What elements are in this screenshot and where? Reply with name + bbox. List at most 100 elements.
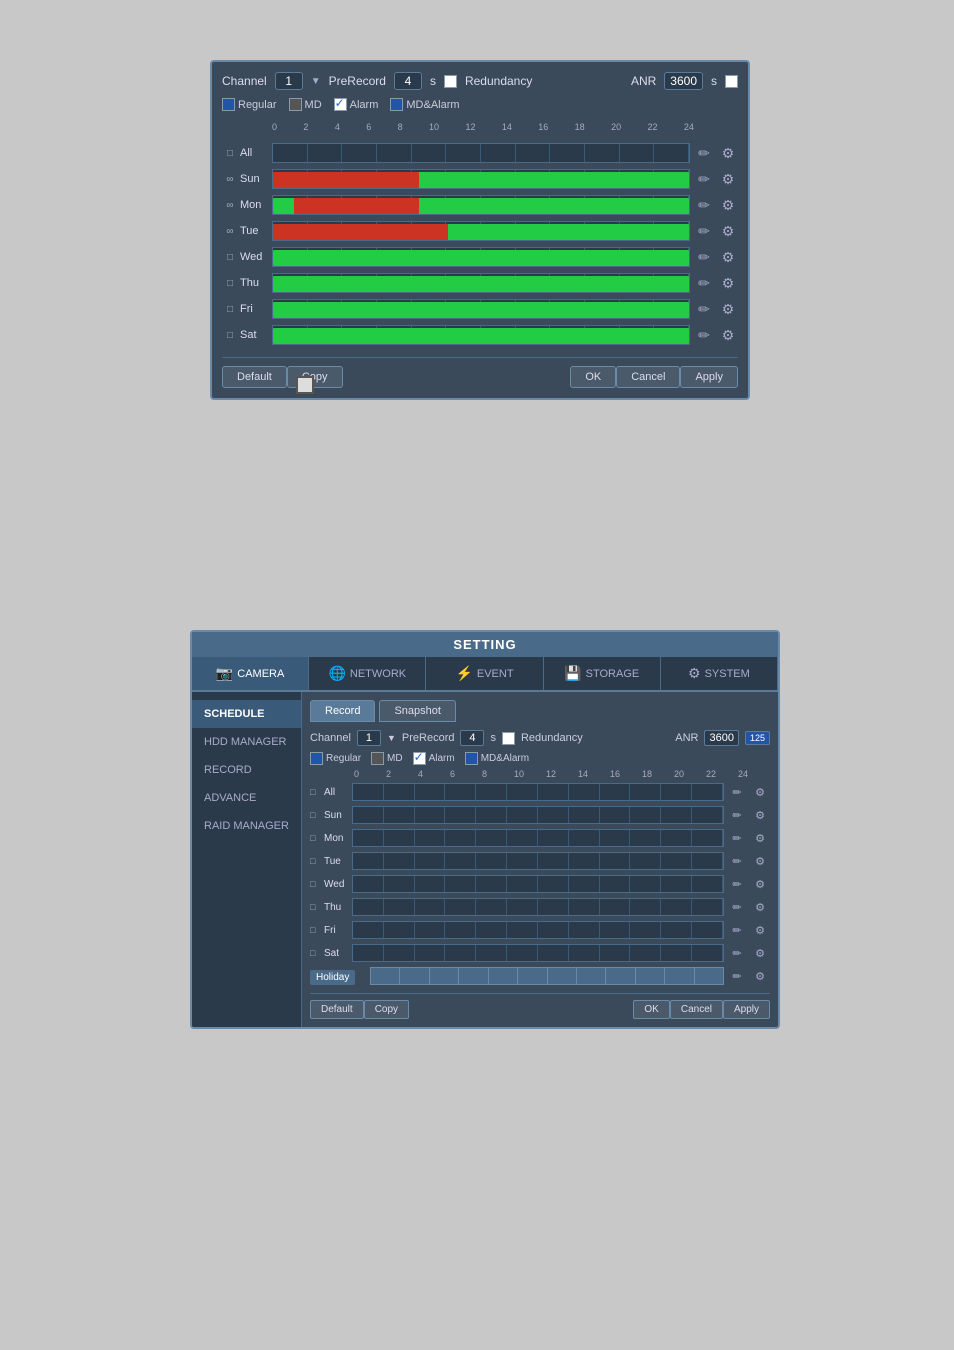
bar-container-sat[interactable] <box>272 325 690 345</box>
sp-prerecord-value[interactable]: 4 <box>460 730 484 746</box>
edit-btn-wed[interactable]: ✏ <box>694 247 714 267</box>
sp-edit-mon[interactable]: ✏ <box>727 828 747 848</box>
sp-icon-sun[interactable]: □ <box>310 810 324 820</box>
sp-edit-sat[interactable]: ✏ <box>727 943 747 963</box>
sp-edit-all[interactable]: ✏ <box>727 782 747 802</box>
sp-edit-fri[interactable]: ✏ <box>727 920 747 940</box>
day-icon-all[interactable]: □ <box>222 148 238 159</box>
sp-bar-sun[interactable] <box>352 806 724 824</box>
sp-icon-mon[interactable]: □ <box>310 833 324 843</box>
gear-btn-sun[interactable]: ⚙ <box>718 169 738 189</box>
nav-tab-system[interactable]: ⚙ SYSTEM <box>661 657 778 690</box>
channel-value[interactable]: 1 <box>275 72 303 90</box>
edit-btn-sun[interactable]: ✏ <box>694 169 714 189</box>
sp-edit-thu[interactable]: ✏ <box>727 897 747 917</box>
edit-btn-thu[interactable]: ✏ <box>694 273 714 293</box>
sub-tab-record[interactable]: Record <box>310 700 375 722</box>
sp-icon-tue[interactable]: □ <box>310 856 324 866</box>
sidebar-item-advance[interactable]: ADVANCE <box>192 784 301 812</box>
day-icon-sat[interactable]: □ <box>222 330 238 341</box>
sp-icon-fri[interactable]: □ <box>310 925 324 935</box>
day-icon-fri[interactable]: □ <box>222 304 238 315</box>
sp-bar-fri[interactable] <box>352 921 724 939</box>
prerecord-value[interactable]: 4 <box>394 72 422 90</box>
edit-btn-fri[interactable]: ✏ <box>694 299 714 319</box>
bar-container-fri[interactable] <box>272 299 690 319</box>
sp-gear-thu[interactable]: ⚙ <box>750 897 770 917</box>
sp-cancel-btn[interactable]: Cancel <box>670 1000 723 1019</box>
sp-gear-wed[interactable]: ⚙ <box>750 874 770 894</box>
sp-bar-wed[interactable] <box>352 875 724 893</box>
edit-btn-all[interactable]: ✏ <box>694 143 714 163</box>
bar-container-wed[interactable] <box>272 247 690 267</box>
sp-gear-all[interactable]: ⚙ <box>750 782 770 802</box>
bar-container-thu[interactable] <box>272 273 690 293</box>
sp-edit-holiday[interactable]: ✏ <box>727 966 747 986</box>
sp-gear-tue[interactable]: ⚙ <box>750 851 770 871</box>
sp-apply-btn[interactable]: Apply <box>723 1000 770 1019</box>
sp-anr-value[interactable]: 3600 <box>704 730 738 746</box>
sp-gear-sat[interactable]: ⚙ <box>750 943 770 963</box>
sp-bar-mon[interactable] <box>352 829 724 847</box>
sp-icon-all[interactable]: □ <box>310 787 324 797</box>
sp-ok-btn[interactable]: OK <box>633 1000 669 1019</box>
cancel-button[interactable]: Cancel <box>616 366 680 388</box>
sp-redundancy-cb[interactable] <box>502 732 515 745</box>
sidebar-item-raid[interactable]: RAID MANAGER <box>192 812 301 840</box>
edit-btn-tue[interactable]: ✏ <box>694 221 714 241</box>
day-icon-sun[interactable]: ∞ <box>222 174 238 185</box>
bar-container-tue[interactable] <box>272 221 690 241</box>
edit-btn-sat[interactable]: ✏ <box>694 325 714 345</box>
sp-edit-wed[interactable]: ✏ <box>727 874 747 894</box>
sp-icon-thu[interactable]: □ <box>310 902 324 912</box>
sp-gear-mon[interactable]: ⚙ <box>750 828 770 848</box>
sp-copy-btn[interactable]: Copy <box>364 1000 409 1019</box>
sp-bar-tue[interactable] <box>352 852 724 870</box>
bar-container-all[interactable] <box>272 143 690 163</box>
apply-button[interactable]: Apply <box>680 366 738 388</box>
sp-channel-value[interactable]: 1 <box>357 730 381 746</box>
gear-btn-sat[interactable]: ⚙ <box>718 325 738 345</box>
anr-value[interactable]: 3600 <box>664 72 703 90</box>
gear-btn-mon[interactable]: ⚙ <box>718 195 738 215</box>
sub-tab-snapshot[interactable]: Snapshot <box>379 700 455 722</box>
sp-icon-wed[interactable]: □ <box>310 879 324 889</box>
sp-bar-holiday[interactable] <box>370 967 724 985</box>
anr-unit: s <box>711 74 717 88</box>
sidebar-item-record[interactable]: RECORD <box>192 756 301 784</box>
sidebar-item-hdd[interactable]: HDD MANAGER <box>192 728 301 756</box>
sp-gear-sun[interactable]: ⚙ <box>750 805 770 825</box>
ok-button[interactable]: OK <box>570 366 616 388</box>
sp-gear-holiday[interactable]: ⚙ <box>750 966 770 986</box>
gear-btn-fri[interactable]: ⚙ <box>718 299 738 319</box>
gear-btn-tue[interactable]: ⚙ <box>718 221 738 241</box>
default-button[interactable]: Default <box>222 366 287 388</box>
bar-container-mon[interactable] <box>272 195 690 215</box>
sp-gear-fri[interactable]: ⚙ <box>750 920 770 940</box>
sp-icon-sat[interactable]: □ <box>310 948 324 958</box>
sp-bar-all[interactable] <box>352 783 724 801</box>
sp-edit-sun[interactable]: ✏ <box>727 805 747 825</box>
sp-edit-tue[interactable]: ✏ <box>727 851 747 871</box>
day-icon-wed[interactable]: □ <box>222 252 238 263</box>
day-icon-thu[interactable]: □ <box>222 278 238 289</box>
sidebar-item-schedule[interactable]: SCHEDULE <box>192 700 301 728</box>
nav-tab-storage[interactable]: 💾 STORAGE <box>544 657 661 690</box>
small-checkbox[interactable] <box>296 376 314 394</box>
nav-tab-camera[interactable]: 📷 CAMERA <box>192 657 309 690</box>
day-icon-tue[interactable]: ∞ <box>222 226 238 237</box>
anr-checkbox[interactable] <box>725 75 738 88</box>
sp-bar-thu[interactable] <box>352 898 724 916</box>
gear-btn-wed[interactable]: ⚙ <box>718 247 738 267</box>
gear-btn-thu[interactable]: ⚙ <box>718 273 738 293</box>
nav-tab-network[interactable]: 🌐 NETWORK <box>309 657 426 690</box>
sp-bar-sat[interactable] <box>352 944 724 962</box>
day-label-tue: Tue <box>240 225 270 237</box>
gear-btn-all[interactable]: ⚙ <box>718 143 738 163</box>
sp-default-btn[interactable]: Default <box>310 1000 364 1019</box>
edit-btn-mon[interactable]: ✏ <box>694 195 714 215</box>
bar-container-sun[interactable] <box>272 169 690 189</box>
redundancy-checkbox[interactable] <box>444 75 457 88</box>
day-icon-mon[interactable]: ∞ <box>222 200 238 211</box>
nav-tab-event[interactable]: ⚡ EVENT <box>426 657 543 690</box>
